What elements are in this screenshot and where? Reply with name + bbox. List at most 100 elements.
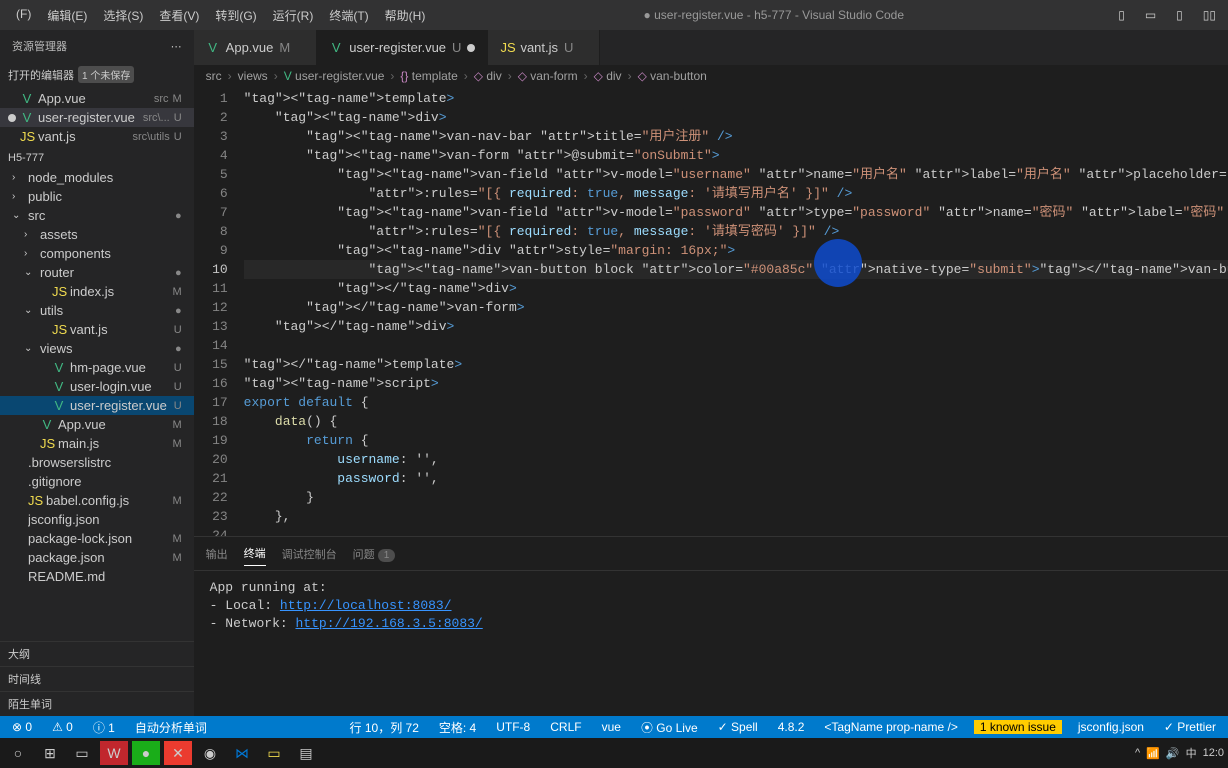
status-warnings[interactable]: ⚠ 0	[48, 720, 77, 734]
code-line[interactable]	[244, 336, 1228, 355]
wechat-icon[interactable]: ●	[132, 741, 160, 765]
code-line[interactable]: "tag"></"tag-name">div>	[244, 317, 1228, 336]
code-line[interactable]: return {	[244, 431, 1228, 450]
breadcrumb-item[interactable]: ◇ van-form	[518, 69, 578, 83]
status-prettier[interactable]: ✓ Prettier	[1160, 720, 1220, 734]
code-line[interactable]: password: '',	[244, 469, 1228, 488]
editor-tab[interactable]: VApp.vueM	[194, 30, 318, 65]
tree-item[interactable]: .browserslistrc	[0, 453, 194, 472]
status-position[interactable]: 行 10，列 72	[346, 719, 423, 736]
wifi-icon[interactable]: 📶	[1146, 747, 1160, 760]
tree-item[interactable]: Vhm-page.vueU	[0, 358, 194, 377]
panel-tab-problems[interactable]: 问题 1	[353, 542, 396, 566]
tree-item[interactable]: Vuser-register.vueU	[0, 396, 194, 415]
layout-icon[interactable]: ▭	[1141, 6, 1160, 24]
volume-icon[interactable]: 🔊	[1166, 747, 1180, 760]
menu-terminal[interactable]: 终端(T)	[321, 3, 376, 28]
panel-tab-debug[interactable]: 调试控制台	[282, 542, 337, 566]
layout-icon[interactable]: ▯	[1172, 6, 1187, 24]
tree-item[interactable]: ⌄router●	[0, 263, 194, 282]
app-icon[interactable]: ✕	[164, 741, 192, 765]
breadcrumb[interactable]: src›views›V user-register.vue›{} templat…	[194, 65, 1228, 87]
layout-icon[interactable]: ▯▯	[1199, 6, 1220, 24]
tree-item[interactable]: JSmain.jsM	[0, 434, 194, 453]
ime-indicator[interactable]: 中	[1186, 745, 1197, 761]
vscode-icon[interactable]: ⋈	[228, 741, 256, 765]
code-line[interactable]: export default {	[244, 393, 1228, 412]
code-line[interactable]: "attr">:rules="[{ required: true, messag…	[244, 222, 1228, 241]
tree-item[interactable]: jsconfig.json	[0, 510, 194, 529]
explorer-icon[interactable]: ▭	[260, 741, 288, 765]
tree-item[interactable]: ›assets	[0, 225, 194, 244]
status-errors[interactable]: ⊗ 0	[8, 720, 36, 734]
vocab-section[interactable]: 陌生单词	[0, 691, 194, 716]
tree-item[interactable]: ⌄views●	[0, 339, 194, 358]
menu-edit[interactable]: 编辑(E)	[39, 3, 95, 28]
clock[interactable]: 12:0	[1203, 747, 1224, 759]
status-spell[interactable]: ✓ Spell	[714, 720, 762, 734]
menu-file[interactable]: (F)	[8, 3, 39, 28]
status-lang[interactable]: vue	[598, 720, 625, 734]
tree-item[interactable]: package.jsonM	[0, 548, 194, 567]
project-header[interactable]: H5-777	[0, 148, 194, 168]
tree-item[interactable]: JSbabel.config.jsM	[0, 491, 194, 510]
code-line[interactable]: "tag"></"tag-name">van-form>	[244, 298, 1228, 317]
tray-chevron-icon[interactable]: ^	[1135, 747, 1140, 759]
menu-run[interactable]: 运行(R)	[265, 3, 322, 28]
app-icon[interactable]: ▤	[292, 741, 320, 765]
tree-item[interactable]: JSindex.jsM	[0, 282, 194, 301]
open-editor-item[interactable]: JSvant.jssrc\utilsU	[0, 127, 194, 146]
status-golive[interactable]: ⦿ Go Live	[637, 719, 702, 736]
open-editors-header[interactable]: 打开的编辑器 1 个未保存	[0, 62, 194, 87]
tree-item[interactable]: JSvant.jsU	[0, 320, 194, 339]
status-jsconfig[interactable]: jsconfig.json	[1074, 720, 1148, 734]
layout-icon[interactable]: ▯	[1114, 6, 1129, 24]
code-line[interactable]: "tag"><"tag-name">div>	[244, 108, 1228, 127]
tree-item[interactable]: ⌄utils●	[0, 301, 194, 320]
menu-help[interactable]: 帮助(H)	[377, 3, 434, 28]
outline-section[interactable]: 大纲	[0, 641, 194, 666]
code-line[interactable]: data() {	[244, 412, 1228, 431]
open-editor-item[interactable]: VApp.vuesrcM	[0, 89, 194, 108]
search-icon[interactable]: ⊞	[36, 741, 64, 765]
code-line[interactable]	[244, 526, 1228, 536]
start-button[interactable]: ○	[4, 741, 32, 765]
code-line[interactable]: "tag"><"tag-name">script>	[244, 374, 1228, 393]
code-line[interactable]: "tag"><"tag-name">van-field "attr">v-mod…	[244, 203, 1228, 222]
tree-item[interactable]: VApp.vueM	[0, 415, 194, 434]
panel-tab-output[interactable]: 输出	[206, 542, 228, 566]
code-line[interactable]: "tag"><"tag-name">van-nav-bar "attr">tit…	[244, 127, 1228, 146]
status-encoding[interactable]: UTF-8	[492, 720, 534, 734]
code-content[interactable]: "tag"><"tag-name">template> "tag"><"tag-…	[244, 87, 1228, 536]
breadcrumb-item[interactable]: V user-register.vue	[284, 69, 385, 83]
more-icon[interactable]: ⋯	[171, 40, 182, 53]
code-line[interactable]: "attr">:rules="[{ required: true, messag…	[244, 184, 1228, 203]
tree-item[interactable]: Vuser-login.vueU	[0, 377, 194, 396]
local-url-link[interactable]: http://localhost:8083/	[280, 598, 452, 613]
code-line[interactable]: }	[244, 488, 1228, 507]
breadcrumb-item[interactable]: {} template	[400, 69, 457, 83]
code-line[interactable]: "tag"><"tag-name">van-field "attr">v-mod…	[244, 165, 1228, 184]
app-icon[interactable]: W	[100, 741, 128, 765]
breadcrumb-item[interactable]: views	[238, 69, 268, 83]
tree-item[interactable]: ›node_modules	[0, 168, 194, 187]
chrome-icon[interactable]: ◉	[196, 741, 224, 765]
code-line[interactable]: "tag"><"tag-name">van-button block "attr…	[244, 260, 1228, 279]
code-line[interactable]: "tag"><"tag-name">template>	[244, 89, 1228, 108]
code-line[interactable]: },	[244, 507, 1228, 526]
code-line[interactable]: "tag"><"tag-name">van-form "attr">@submi…	[244, 146, 1228, 165]
code-line[interactable]: username: '',	[244, 450, 1228, 469]
status-spaces[interactable]: 空格: 4	[435, 719, 480, 736]
code-line[interactable]: "tag"></"tag-name">div>	[244, 279, 1228, 298]
tree-item[interactable]: package-lock.jsonM	[0, 529, 194, 548]
tree-item[interactable]: README.md	[0, 567, 194, 586]
menu-select[interactable]: 选择(S)	[95, 3, 151, 28]
tree-item[interactable]: ›components	[0, 244, 194, 263]
status-issues[interactable]: 1 known issue	[974, 720, 1062, 734]
tree-item[interactable]: .gitignore	[0, 472, 194, 491]
menu-goto[interactable]: 转到(G)	[207, 3, 264, 28]
menu-view[interactable]: 查看(V)	[151, 3, 207, 28]
breadcrumb-item[interactable]: ◇ van-button	[638, 69, 707, 83]
open-editor-item[interactable]: Vuser-register.vuesrc\...U	[0, 108, 194, 127]
editor-tab[interactable]: Vuser-register.vueU	[317, 30, 488, 65]
